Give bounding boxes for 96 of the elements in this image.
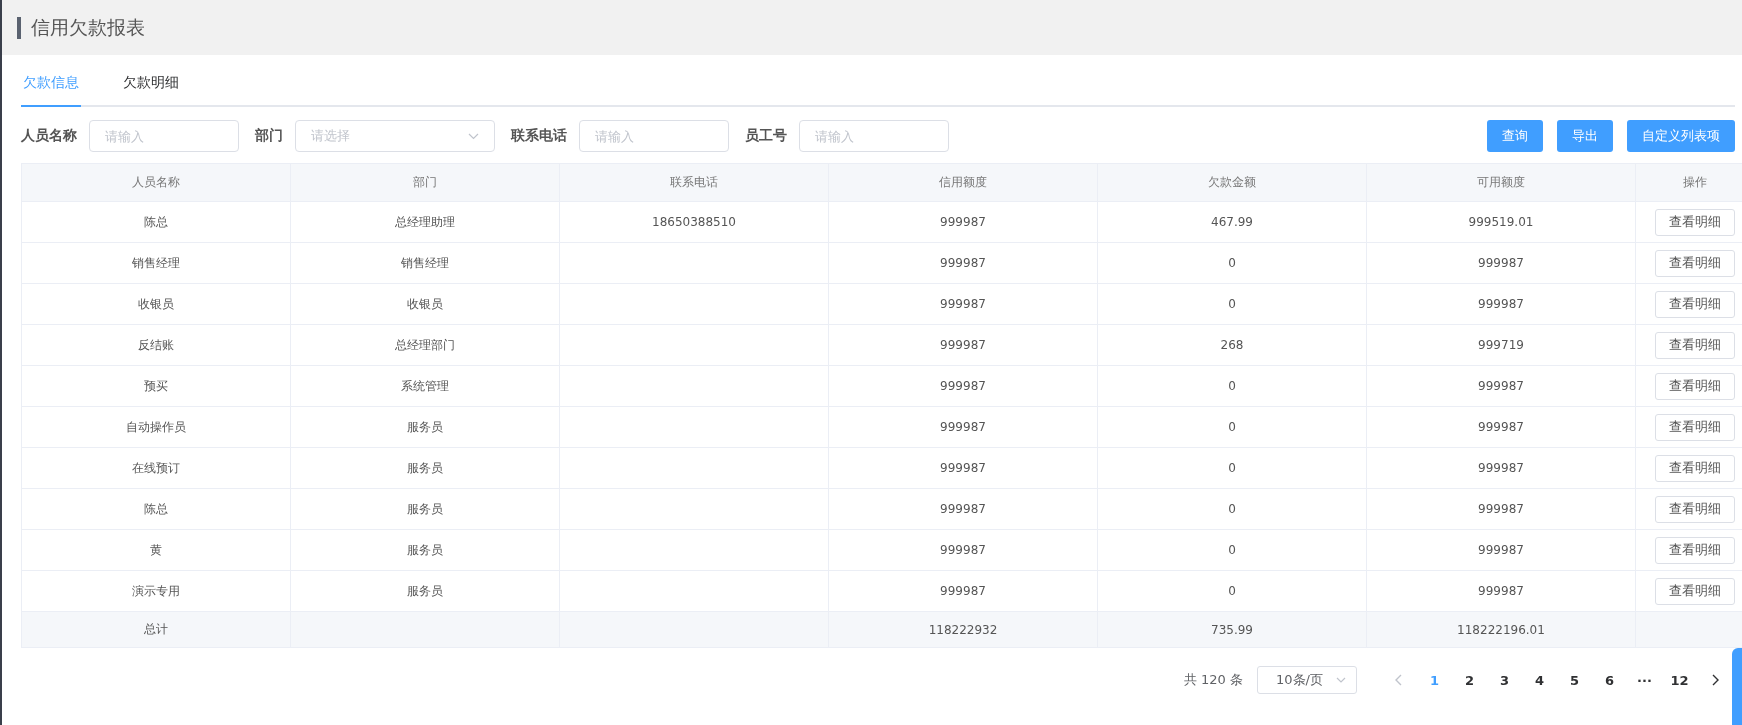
- table-cell: 0: [1097, 488, 1367, 530]
- table-cell: 销售经理: [290, 242, 560, 284]
- input-field[interactable]: 请输入: [799, 120, 949, 152]
- table-cell: 服务员: [290, 406, 560, 448]
- table-cell: 0: [1097, 406, 1367, 448]
- view-details-button[interactable]: 查看明细: [1655, 536, 1735, 564]
- view-details-button[interactable]: 查看明细: [1655, 290, 1735, 318]
- view-details-button[interactable]: 查看明细: [1655, 372, 1735, 400]
- table-cell: 服务员: [290, 447, 560, 489]
- table-cell: 999987: [828, 488, 1098, 530]
- total-cell: 118222196.01: [1366, 611, 1636, 648]
- table-cell: 999519.01: [1366, 201, 1636, 243]
- table-cell: 预买: [21, 365, 291, 407]
- table-cell: 268: [1097, 324, 1367, 366]
- table-cell: 999719: [1366, 324, 1636, 366]
- page-number[interactable]: 12: [1662, 672, 1697, 688]
- table-cell: 系统管理: [290, 365, 560, 407]
- column-header: 操作: [1635, 163, 1742, 202]
- filter-label: 员工号: [745, 127, 787, 145]
- table-cell: 陈总: [21, 201, 291, 243]
- page-number[interactable]: 6: [1592, 672, 1627, 688]
- table-cell: 0: [1097, 529, 1367, 571]
- table-cell: 演示专用: [21, 570, 291, 612]
- table-cell: 反结账: [21, 324, 291, 366]
- page-number[interactable]: 2: [1452, 672, 1487, 688]
- table-cell: 999987: [828, 365, 1098, 407]
- table-cell: 服务员: [290, 488, 560, 530]
- table-cell: 在线预订: [21, 447, 291, 489]
- table-cell: 999987: [828, 570, 1098, 612]
- view-details-button[interactable]: 查看明细: [1655, 331, 1735, 359]
- tab[interactable]: 欠款明细: [121, 74, 181, 105]
- table-cell: 999987: [1366, 365, 1636, 407]
- previous-page-icon[interactable]: [1395, 674, 1403, 686]
- table-cell: 999987: [1366, 488, 1636, 530]
- table-cell: 999987: [1366, 406, 1636, 448]
- page-number[interactable]: 5: [1557, 672, 1592, 688]
- side-tab[interactable]: [1732, 648, 1742, 725]
- table-cell: 467.99: [1097, 201, 1367, 243]
- table-cell: 0: [1097, 365, 1367, 407]
- total-count: 共 120 条: [1183, 671, 1243, 689]
- next-page-icon[interactable]: [1711, 674, 1719, 686]
- table-cell: 总经理部门: [290, 324, 560, 366]
- table-cell: 999987: [828, 447, 1098, 489]
- column-header: 人员名称: [21, 163, 291, 202]
- table-cell: 0: [1097, 242, 1367, 284]
- total-cell: 总计: [21, 611, 291, 648]
- table-cell: 999987: [828, 529, 1098, 571]
- table-cell: 999987: [828, 324, 1098, 366]
- table-cell: 999987: [828, 406, 1098, 448]
- page-number[interactable]: ···: [1627, 672, 1662, 688]
- table-cell: 销售经理: [21, 242, 291, 284]
- table-cell: 0: [1097, 570, 1367, 612]
- table-cell: 999987: [1366, 283, 1636, 325]
- chevron-down-icon: [1336, 677, 1346, 683]
- title-accent-bar: [17, 16, 21, 39]
- column-header: 部门: [290, 163, 560, 202]
- column-header: 欠款金额: [1097, 163, 1367, 202]
- table-cell: 999987: [828, 283, 1098, 325]
- filter-label: 人员名称: [21, 127, 77, 145]
- table-cell: 999987: [828, 242, 1098, 284]
- view-details-button[interactable]: 查看明细: [1655, 413, 1735, 441]
- view-details-button[interactable]: 查看明细: [1655, 454, 1735, 482]
- page-number[interactable]: 4: [1522, 672, 1557, 688]
- table-cell: 陈总: [21, 488, 291, 530]
- page-number[interactable]: 3: [1487, 672, 1522, 688]
- total-cell: 118222932: [828, 611, 1098, 648]
- view-details-button[interactable]: 查看明细: [1655, 249, 1735, 277]
- column-header: 信用额度: [828, 163, 1098, 202]
- table-cell: 999987: [828, 201, 1098, 243]
- page-title: 信用欠款报表: [31, 14, 145, 40]
- table-cell: 999987: [1366, 447, 1636, 489]
- table-cell: 0: [1097, 447, 1367, 489]
- table-cell: 服务员: [290, 529, 560, 571]
- table-cell: 999987: [1366, 242, 1636, 284]
- view-details-button[interactable]: 查看明细: [1655, 208, 1735, 236]
- table-cell: 999987: [1366, 529, 1636, 571]
- filter-label: 联系电话: [511, 127, 567, 145]
- table-cell: 总经理助理: [290, 201, 560, 243]
- view-details-button[interactable]: 查看明细: [1655, 495, 1735, 523]
- column-header: 联系电话: [559, 163, 829, 202]
- table-cell: 0: [1097, 283, 1367, 325]
- table-cell: 收银员: [21, 283, 291, 325]
- input-field[interactable]: 请输入: [89, 120, 239, 152]
- table-cell: 自动操作员: [21, 406, 291, 448]
- column-header: 可用额度: [1366, 163, 1636, 202]
- total-cell: 735.99: [1097, 611, 1367, 648]
- table-cell: 999987: [1366, 570, 1636, 612]
- page-size-select[interactable]: 10条/页: [1257, 666, 1357, 694]
- table-cell: 服务员: [290, 570, 560, 612]
- input-field[interactable]: 请输入: [579, 120, 729, 152]
- table-cell: 18650388510: [559, 201, 829, 243]
- filter-label: 部门: [255, 127, 283, 145]
- chevron-down-icon: [468, 132, 479, 140]
- table-cell: 黄: [21, 529, 291, 571]
- view-details-button[interactable]: 查看明细: [1655, 577, 1735, 605]
- table-cell: 收银员: [290, 283, 560, 325]
